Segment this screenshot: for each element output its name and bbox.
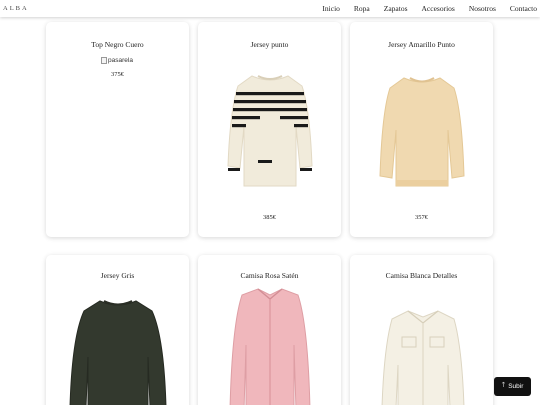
nav-link-inicio[interactable]: Inicio [322, 4, 340, 13]
main-nav: Inicio Ropa Zapatos Accesorios Nosotros … [322, 0, 540, 17]
product-title: Jersey punto [250, 40, 289, 49]
product-title: Jersey Gris [100, 271, 135, 280]
image-alt-text: pasarela [108, 57, 133, 64]
product-image-yellow-sweater [379, 77, 465, 187]
product-card[interactable]: Camisa Blanca Detalles [350, 255, 493, 405]
product-title: Jersey Amarillo Punto [388, 40, 455, 49]
nav-link-contacto[interactable]: Contacto [510, 4, 537, 13]
nav-link-ropa[interactable]: Ropa [354, 4, 370, 13]
product-card[interactable]: Jersey Amarillo Punto 357€ [350, 22, 493, 237]
product-title: Camisa Blanca Detalles [385, 271, 458, 280]
product-image-pink-shirt [229, 288, 311, 405]
product-card[interactable]: Camisa Rosa Satén [198, 255, 341, 405]
scroll-to-top-button[interactable]: 🡑 Subir [494, 377, 531, 396]
top-navigation-bar: ALBA Inicio Ropa Zapatos Accesorios Noso… [0, 0, 540, 17]
product-title: Camisa Rosa Satén [240, 271, 299, 280]
arrow-up-icon: 🡑 [501, 382, 506, 389]
product-grid: Top Negro Cuero pasarela 375€ Jersey pun… [0, 0, 540, 405]
product-image-grey-sweater [69, 300, 167, 405]
product-price: 375€ [111, 71, 124, 78]
product-card[interactable]: Top Negro Cuero pasarela 375€ [46, 22, 189, 237]
product-card[interactable]: Jersey punto 385€ [198, 22, 341, 237]
broken-image: pasarela [101, 57, 133, 64]
nav-link-nosotros[interactable]: Nosotros [469, 4, 496, 13]
brand-logo[interactable]: ALBA [0, 5, 29, 12]
nav-link-zapatos[interactable]: Zapatos [384, 4, 408, 13]
broken-image-icon [101, 57, 107, 64]
nav-link-accesorios[interactable]: Accesorios [422, 4, 455, 13]
product-image-white-shirt [381, 310, 465, 405]
product-image-striped-sweater [227, 75, 313, 187]
product-price: 357€ [415, 214, 428, 221]
product-price: 385€ [263, 214, 276, 221]
product-title: Top Negro Cuero [91, 40, 144, 49]
product-card[interactable]: Jersey Gris [46, 255, 189, 405]
scroll-to-top-label: Subir [508, 383, 524, 390]
